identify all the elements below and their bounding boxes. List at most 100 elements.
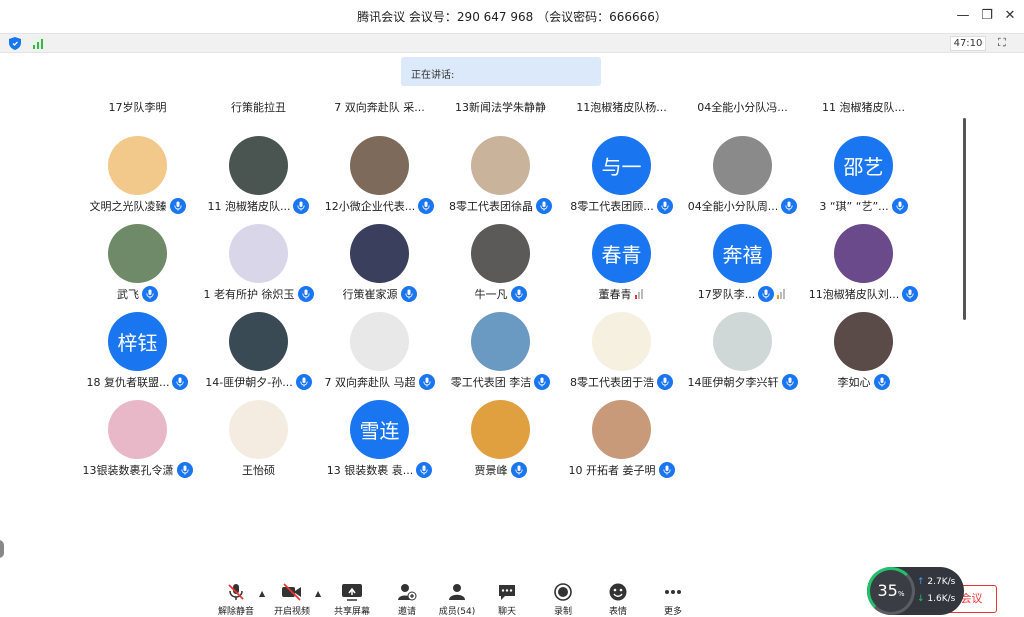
participant-name: 11泡椒猪皮队刘... <box>808 288 900 301</box>
share-screen-button[interactable]: 共享屏幕 <box>330 581 374 617</box>
share-screen-label: 共享屏幕 <box>333 607 370 617</box>
participant-tile[interactable]: 10 开拓者 姜子明 <box>561 400 682 488</box>
avatar <box>592 312 651 371</box>
participant-tile[interactable]: 春青 董春青 <box>561 224 682 312</box>
avatar <box>713 312 772 371</box>
side-handle[interactable] <box>0 540 4 558</box>
avatar <box>229 136 288 195</box>
minimize-icon[interactable]: — <box>953 6 973 26</box>
participant-tile[interactable]: 8零工代表团于浩 <box>561 312 682 400</box>
mic-on-icon <box>293 198 310 214</box>
mic-on-icon <box>418 198 435 214</box>
record-button[interactable]: 录制 <box>541 581 585 617</box>
network-speed-widget[interactable]: 35% ↑ 2.7K/s ↓ 1.6K/s <box>867 567 964 615</box>
participant-tile[interactable]: 11 泡椒猪皮队... <box>198 136 319 224</box>
smiley-icon <box>606 581 630 603</box>
participant-tile[interactable]: 文明之光队凌臻 <box>77 136 198 224</box>
avatar <box>229 224 288 283</box>
avatar <box>108 400 167 459</box>
audio-options-caret-icon[interactable]: ▲ <box>259 589 265 598</box>
meeting-window: 腾讯会议 会议号：290 647 968 （会议密码：666666） — ❐ ✕… <box>0 0 1024 617</box>
mic-on-icon <box>400 286 417 302</box>
record-label: 录制 <box>553 607 572 617</box>
reaction-button[interactable]: 表情 <box>596 581 640 617</box>
mic-on-icon <box>656 198 673 214</box>
signal-icon[interactable] <box>31 37 45 50</box>
participant-name: 11泡椒猪皮队杨... <box>576 101 667 114</box>
participant-name-bar: 14匪伊朝夕李兴轩 <box>682 373 803 391</box>
scrollbar[interactable] <box>963 118 966 320</box>
video-options-caret-icon[interactable]: ▲ <box>315 589 321 598</box>
participant-tile[interactable]: 14-匪伊朝夕-孙... <box>198 312 319 400</box>
participant-name: 董春青 <box>598 288 632 301</box>
participant-name: 7 双向奔赴队 马超 <box>324 376 416 389</box>
members-icon <box>445 581 469 603</box>
participant-name: 11 泡椒猪皮队... <box>822 101 905 114</box>
participant-tile[interactable]: 邵艺 3 “琪” “艺”... <box>803 136 924 224</box>
mic-on-icon <box>781 374 798 390</box>
avatar <box>108 224 167 283</box>
participant-tile[interactable]: 贾景峰 <box>440 400 561 488</box>
members-button[interactable]: 成员(54) <box>435 581 479 617</box>
avatar: 春青 <box>592 224 651 283</box>
start-video-label: 开启视频 <box>273 607 310 617</box>
participant-name-bar: 10 开拓者 姜子明 <box>561 461 682 479</box>
participant-name-bar: 11泡椒猪皮队刘... <box>803 285 924 303</box>
avatar-initials: 春青 <box>601 243 642 267</box>
partial-row: 17岁队李明 行策能拉丑 7 双向奔赴队 采... 13新闻法学朱静静 11泡椒猪皮队杨… <box>0 100 950 118</box>
avatar <box>350 136 409 195</box>
participant-tile[interactable]: 1 老有所护 徐炽玉 <box>198 224 319 312</box>
participant-tile[interactable]: 行策崔家源 <box>319 224 440 312</box>
participant-name: 贾景峰 <box>474 464 508 477</box>
participant-tile[interactable]: 奔禧 17罗队李... <box>682 224 803 312</box>
avatar-initials: 与一 <box>601 155 642 179</box>
avatar-initials: 雪连 <box>359 419 400 443</box>
participant-tile[interactable]: 12小微企业代表... <box>319 136 440 224</box>
participant-tile[interactable]: 与一 8零工代表团顾... <box>561 136 682 224</box>
participant-tile[interactable]: 梓钰 18 复仇者联盟... <box>77 312 198 400</box>
more-button[interactable]: 更多 <box>651 581 695 617</box>
participant-tile[interactable]: 王怡硕 <box>198 400 319 488</box>
unmute-button[interactable]: 解除静音 <box>214 581 258 617</box>
shield-icon[interactable] <box>9 37 21 50</box>
more-dots-icon <box>661 581 685 603</box>
participant-name-bar: 8零工代表团于浩 <box>561 373 682 391</box>
fullscreen-icon[interactable]: ⛶ <box>998 37 1010 49</box>
participant-name-bar: 李如心 <box>803 373 924 391</box>
participant-name-bar: 17罗队李... <box>682 285 803 303</box>
close-icon[interactable]: ✕ <box>1000 6 1020 26</box>
start-video-button[interactable]: 开启视频 <box>270 581 314 617</box>
restore-icon[interactable]: ❐ <box>977 6 997 26</box>
participant-tile[interactable]: 04全能小分队周... <box>682 136 803 224</box>
participant-grid[interactable]: 17岁队李明 行策能拉丑 7 双向奔赴队 采... 13新闻法学朱静静 11泡椒猪皮队杨… <box>0 100 950 500</box>
download-speed: ↓ 1.6K/s <box>917 594 956 604</box>
participant-name: 8零工代表团徐晶 <box>449 200 533 213</box>
participant-tile[interactable]: 7 双向奔赴队 马超 <box>319 312 440 400</box>
participant-tile[interactable]: 零工代表团 李洁 <box>440 312 561 400</box>
participant-name: 04全能小分队冯... <box>697 101 788 114</box>
participant-name: 行策能拉丑 <box>231 101 286 114</box>
participant-name-bar: 贾景峰 <box>440 461 561 479</box>
upload-arrow-icon: ↑ <box>917 577 925 587</box>
participant-tile[interactable]: 李如心 <box>803 312 924 400</box>
participant-name-bar: 零工代表团 李洁 <box>440 373 561 391</box>
participant-name-bar: 牛一凡 <box>440 285 561 303</box>
participant-tile[interactable]: 11泡椒猪皮队刘... <box>803 224 924 312</box>
participant-tile[interactable]: 14匪伊朝夕李兴轩 <box>682 312 803 400</box>
participant-name: 武飞 <box>117 288 139 301</box>
invite-button[interactable]: 邀请 <box>385 581 429 617</box>
more-label: 更多 <box>663 607 682 617</box>
chat-button[interactable]: 聊天 <box>485 581 529 617</box>
participant-tile[interactable]: 13银装数裹孔令潇 <box>77 400 198 488</box>
members-label: 成员(54) <box>438 607 476 617</box>
participant-tile[interactable]: 雪连 13 银装数裹 袁... <box>319 400 440 488</box>
participant-tile[interactable]: 牛一凡 <box>440 224 561 312</box>
participant-name: 12小微企业代表... <box>324 200 416 213</box>
participant-tile[interactable]: 武飞 <box>77 224 198 312</box>
participant-tile[interactable]: 8零工代表团徐晶 <box>440 136 561 224</box>
avatar <box>350 312 409 371</box>
reaction-label: 表情 <box>608 607 627 617</box>
mic-on-icon <box>510 286 527 302</box>
mic-on-icon <box>416 462 433 478</box>
share-screen-icon <box>340 581 364 603</box>
